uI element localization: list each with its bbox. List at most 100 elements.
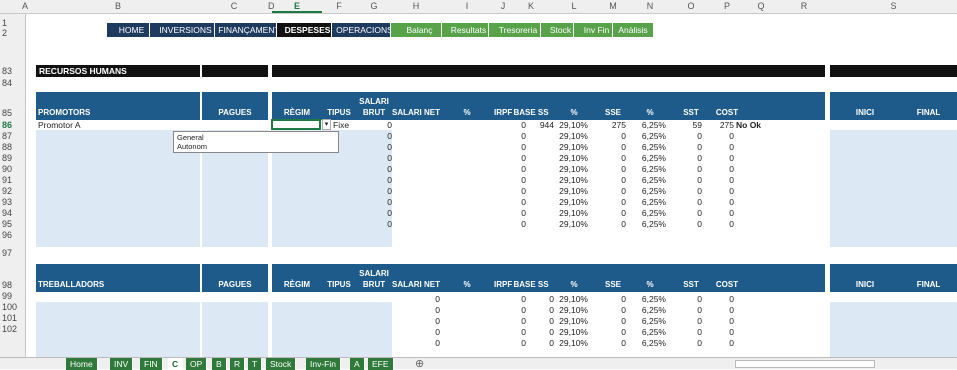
treballador-row-101-sst[interactable]: 0 — [672, 327, 702, 337]
treballador-row-102-base_ss[interactable]: 0 — [526, 338, 554, 348]
promotor-row-95-sst[interactable]: 0 — [672, 219, 702, 229]
add-sheet-icon[interactable]: ⊕ — [415, 357, 424, 370]
nav-button-anlisis[interactable]: Anàlisis — [612, 22, 654, 38]
promotor-row-91-sst[interactable]: 0 — [672, 175, 702, 185]
column-letter-k[interactable]: K — [512, 1, 550, 11]
row-number-1[interactable]: 1 — [0, 18, 26, 28]
promotor-row-95-pct1[interactable]: 29,10% — [554, 219, 588, 229]
treballador-row-99-sst[interactable]: 0 — [672, 305, 702, 315]
promotor-row-90-pct2[interactable]: 6,25% — [628, 164, 666, 174]
promotor-tipus-cell[interactable]: Fixe — [333, 120, 349, 130]
promotor-row-94-pct1[interactable]: 29,10% — [554, 208, 588, 218]
promotor-row-95-sse[interactable]: 0 — [598, 219, 626, 229]
promotor-salari_brut[interactable]: 0 — [356, 120, 392, 130]
promotor-row-87-sst[interactable]: 0 — [672, 131, 702, 141]
treballador-row-98-pct2[interactable]: 6,25% — [628, 294, 666, 304]
promotor-row-90-irpf[interactable]: 0 — [494, 164, 526, 174]
promotor-row-92-sst[interactable]: 0 — [672, 186, 702, 196]
sheet-tab-stock[interactable]: Stock — [266, 358, 297, 370]
row-number-96[interactable]: 96 — [0, 230, 26, 240]
nav-button-tresoreria[interactable]: Tresoreria — [488, 22, 548, 38]
column-letter-r[interactable]: R — [778, 1, 830, 11]
row-number-92[interactable]: 92 — [0, 186, 26, 196]
promotor-irpf[interactable]: 0 — [494, 120, 526, 130]
promotor-sst[interactable]: 59 — [672, 120, 702, 130]
promotor-row-89-salari_brut[interactable]: 0 — [356, 153, 392, 163]
promotor-row-92-irpf[interactable]: 0 — [494, 186, 526, 196]
promotor-row-88-pct1[interactable]: 29,10% — [554, 142, 588, 152]
row-number-85[interactable]: 85 — [0, 108, 26, 118]
column-letter-g[interactable]: G — [356, 1, 392, 11]
sheet-tab-efe[interactable]: EFE — [368, 358, 394, 370]
sheet-tab-r[interactable]: R — [230, 358, 246, 370]
promotor-base_ss[interactable]: 944 — [526, 120, 554, 130]
column-letter-h[interactable]: H — [392, 1, 440, 11]
promotor-row-88-irpf[interactable]: 0 — [494, 142, 526, 152]
promotor-row-95-irpf[interactable]: 0 — [494, 219, 526, 229]
treballador-row-99-base_ss[interactable]: 0 — [526, 305, 554, 315]
treballador-row-100-salari_net[interactable]: 0 — [392, 316, 440, 326]
treballador-row-99-irpf[interactable]: 0 — [494, 305, 526, 315]
row-number-83[interactable]: 83 — [0, 66, 26, 76]
promotor-row-94-sse[interactable]: 0 — [598, 208, 626, 218]
row-number-100[interactable]: 100 — [0, 302, 26, 312]
promotor-row-94-irpf[interactable]: 0 — [494, 208, 526, 218]
treballador-row-98-sst[interactable]: 0 — [672, 294, 702, 304]
treballador-row-101-base_ss[interactable]: 0 — [526, 327, 554, 337]
row-number-97[interactable]: 97 — [0, 248, 26, 258]
nav-button-despeses[interactable]: DESPESES — [276, 22, 339, 38]
treballador-row-102-sst[interactable]: 0 — [672, 338, 702, 348]
sheet-tab-c[interactable]: C — [168, 358, 184, 370]
sheet-tab-home[interactable]: Home — [66, 358, 98, 370]
column-letter-c[interactable]: C — [200, 1, 268, 11]
dropdown-option-general[interactable]: General — [177, 133, 335, 142]
treballador-row-99-pct2[interactable]: 6,25% — [628, 305, 666, 315]
row-number-95[interactable]: 95 — [0, 219, 26, 229]
row-number-88[interactable]: 88 — [0, 142, 26, 152]
column-letter-o[interactable]: O — [672, 1, 710, 11]
treballador-row-99-pct1[interactable]: 29,10% — [554, 305, 588, 315]
column-letter-b[interactable]: B — [36, 1, 200, 11]
row-number-94[interactable]: 94 — [0, 208, 26, 218]
treballador-row-100-base_ss[interactable]: 0 — [526, 316, 554, 326]
treballador-row-100-cost[interactable]: 0 — [710, 316, 734, 326]
promotor-row-90-cost[interactable]: 0 — [710, 164, 734, 174]
promotor-row-90-sst[interactable]: 0 — [672, 164, 702, 174]
treballador-row-102-pct1[interactable]: 29,10% — [554, 338, 588, 348]
promotor-row-89-pct1[interactable]: 29,10% — [554, 153, 588, 163]
promotor-row-93-pct1[interactable]: 29,10% — [554, 197, 588, 207]
column-letter-l[interactable]: L — [550, 1, 598, 11]
column-letter-p[interactable]: P — [710, 1, 744, 11]
promotor-sse[interactable]: 275 — [598, 120, 626, 130]
dropdown-arrow-icon[interactable]: ▾ — [322, 119, 331, 130]
promotor-row-91-cost[interactable]: 0 — [710, 175, 734, 185]
row-number-101[interactable]: 101 — [0, 313, 26, 323]
treballador-row-100-irpf[interactable]: 0 — [494, 316, 526, 326]
nav-button-operacions[interactable]: OPERACIONS — [331, 22, 398, 38]
sheet-tab-invfin[interactable]: Inv-Fin — [306, 358, 341, 370]
treballador-row-102-cost[interactable]: 0 — [710, 338, 734, 348]
row-number-2[interactable]: 2 — [0, 28, 26, 38]
row-number-86[interactable]: 86 — [0, 120, 26, 130]
promotor-row-90-pct1[interactable]: 29,10% — [554, 164, 588, 174]
promotor-row-88-cost[interactable]: 0 — [710, 142, 734, 152]
treballador-row-99-sse[interactable]: 0 — [598, 305, 626, 315]
promotor-row-89-sst[interactable]: 0 — [672, 153, 702, 163]
promotor-cost[interactable]: 275 — [710, 120, 734, 130]
nav-button-inversions[interactable]: INVERSIONS — [149, 22, 222, 38]
sheet-tab-t[interactable]: T — [248, 358, 263, 370]
treballador-row-100-pct2[interactable]: 6,25% — [628, 316, 666, 326]
regim-dropdown-list[interactable]: General Autonom — [173, 131, 339, 153]
row-number-91[interactable]: 91 — [0, 175, 26, 185]
promotor-row-94-salari_brut[interactable]: 0 — [356, 208, 392, 218]
promotor-name-cell[interactable]: Promotor A — [38, 120, 81, 130]
column-letter-q[interactable]: Q — [744, 1, 778, 11]
promotor-pct1[interactable]: 29,10% — [554, 120, 588, 130]
row-number-90[interactable]: 90 — [0, 164, 26, 174]
row-number-99[interactable]: 99 — [0, 291, 26, 301]
treballador-row-100-sse[interactable]: 0 — [598, 316, 626, 326]
treballador-row-102-irpf[interactable]: 0 — [494, 338, 526, 348]
treballador-row-101-salari_net[interactable]: 0 — [392, 327, 440, 337]
row-number-84[interactable]: 84 — [0, 78, 26, 88]
promotor-row-89-irpf[interactable]: 0 — [494, 153, 526, 163]
